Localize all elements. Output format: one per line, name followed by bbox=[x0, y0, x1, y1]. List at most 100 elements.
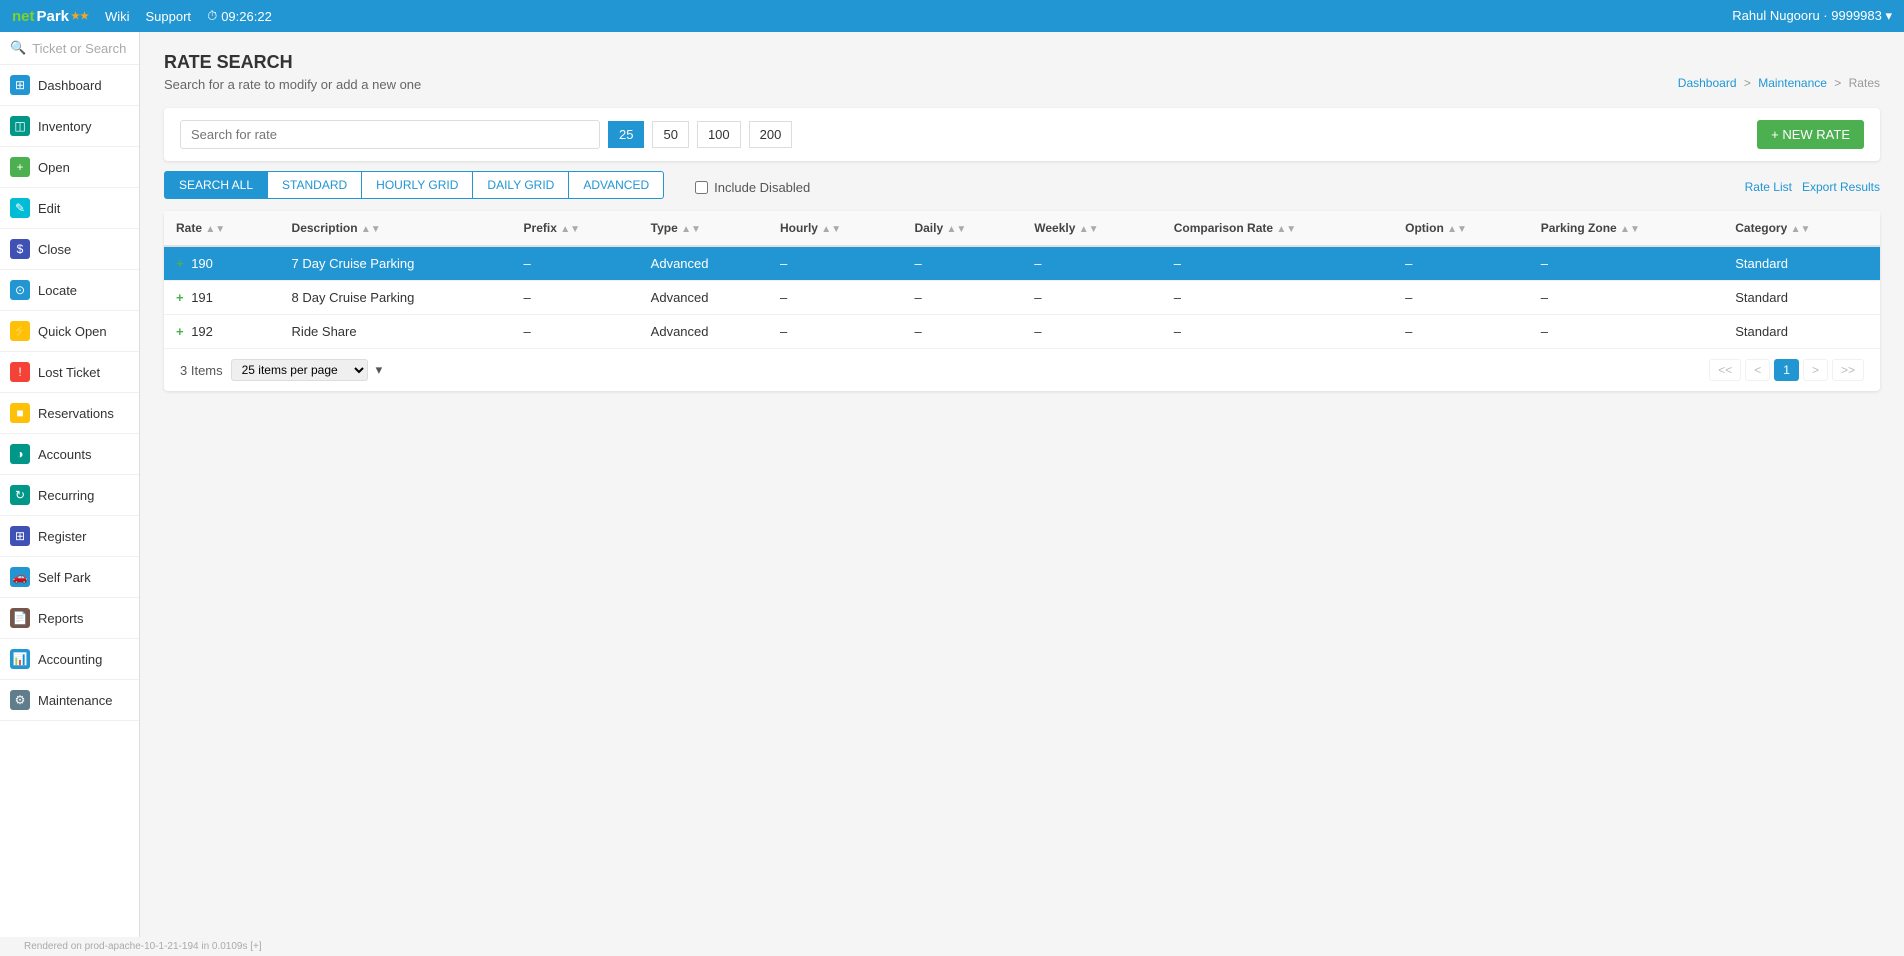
register-icon: ⊞ bbox=[10, 526, 30, 546]
sidebar-item-dashboard[interactable]: ⊞ Dashboard bbox=[0, 65, 139, 106]
next-page-btn[interactable]: > bbox=[1803, 359, 1828, 381]
col-description[interactable]: Description ▲▼ bbox=[280, 211, 512, 246]
filter-tabs: SEARCH ALL STANDARD HOURLY GRID DAILY GR… bbox=[164, 171, 663, 199]
maintenance-icon: ⚙ bbox=[10, 690, 30, 710]
table-header-row: Rate ▲▼ Description ▲▼ Prefix ▲▼ Type ▲▼… bbox=[164, 211, 1880, 246]
accounting-icon: 📊 bbox=[10, 649, 30, 669]
sidebar-item-inventory[interactable]: ◫ Inventory bbox=[0, 106, 139, 147]
table-row[interactable]: + 1907 Day Cruise Parking–Advanced––––––… bbox=[164, 246, 1880, 281]
row-cell: – bbox=[902, 246, 1022, 281]
first-page-btn[interactable]: << bbox=[1709, 359, 1741, 381]
sidebar-item-register[interactable]: ⊞ Register bbox=[0, 516, 139, 557]
breadcrumb-dashboard[interactable]: Dashboard bbox=[1678, 76, 1737, 90]
col-rate[interactable]: Rate ▲▼ bbox=[164, 211, 280, 246]
add-row-icon[interactable]: + bbox=[176, 324, 184, 339]
row-cell: – bbox=[902, 281, 1022, 315]
filter-daily-grid[interactable]: DAILY GRID bbox=[472, 171, 569, 199]
row-cell: – bbox=[1162, 281, 1393, 315]
sidebar-label-selfpark: Self Park bbox=[38, 570, 91, 585]
breadcrumb-maintenance[interactable]: Maintenance bbox=[1758, 76, 1827, 90]
row-cell: – bbox=[1162, 246, 1393, 281]
clock-time: 09:26:22 bbox=[221, 9, 272, 24]
row-cell: – bbox=[1022, 281, 1161, 315]
col-category[interactable]: Category ▲▼ bbox=[1723, 211, 1880, 246]
include-disabled-checkbox[interactable] bbox=[695, 181, 708, 194]
search-bar[interactable]: 🔍 Ticket or Search bbox=[0, 32, 139, 65]
page-size-50[interactable]: 50 bbox=[652, 121, 688, 148]
col-weekly[interactable]: Weekly ▲▼ bbox=[1022, 211, 1161, 246]
page-size-25[interactable]: 25 bbox=[608, 121, 644, 148]
row-cell: – bbox=[768, 315, 903, 349]
filter-advanced[interactable]: ADVANCED bbox=[568, 171, 664, 199]
per-page-arrow[interactable]: ▾ bbox=[376, 362, 383, 378]
rate-table-container: Rate ▲▼ Description ▲▼ Prefix ▲▼ Type ▲▼… bbox=[164, 211, 1880, 391]
add-row-icon[interactable]: + bbox=[176, 256, 184, 271]
export-results-link[interactable]: Export Results bbox=[1802, 180, 1880, 194]
pagination-row: 3 Items 25 items per page 50 items per p… bbox=[164, 349, 1880, 391]
clock: ⏱ 09:26:22 bbox=[207, 8, 272, 24]
col-daily[interactable]: Daily ▲▼ bbox=[902, 211, 1022, 246]
sidebar-item-quickopen[interactable]: ⚡ Quick Open bbox=[0, 311, 139, 352]
filter-search-all[interactable]: SEARCH ALL bbox=[164, 171, 268, 199]
current-page-btn[interactable]: 1 bbox=[1774, 359, 1799, 381]
lostticket-icon: ! bbox=[10, 362, 30, 382]
col-hourly[interactable]: Hourly ▲▼ bbox=[768, 211, 903, 246]
dashboard-icon: ⊞ bbox=[10, 75, 30, 95]
row-cell: 8 Day Cruise Parking bbox=[280, 281, 512, 315]
table-row[interactable]: + 192Ride Share–Advanced––––––Standard bbox=[164, 315, 1880, 349]
filter-standard[interactable]: STANDARD bbox=[267, 171, 362, 199]
filter-hourly-grid[interactable]: HOURLY GRID bbox=[361, 171, 473, 199]
sidebar-item-reports[interactable]: 📄 Reports bbox=[0, 598, 139, 639]
reservations-icon: ■ bbox=[10, 403, 30, 423]
row-cell: Advanced bbox=[639, 315, 768, 349]
sort-category: ▲▼ bbox=[1791, 224, 1811, 235]
row-cell: – bbox=[1162, 315, 1393, 349]
support-link[interactable]: Support bbox=[146, 9, 192, 24]
page-size-200[interactable]: 200 bbox=[749, 121, 793, 148]
row-add-cell: + 190 bbox=[164, 246, 280, 281]
sidebar-label-accounting: Accounting bbox=[38, 652, 102, 667]
col-parking-zone[interactable]: Parking Zone ▲▼ bbox=[1529, 211, 1724, 246]
new-rate-button[interactable]: + NEW RATE bbox=[1757, 120, 1864, 149]
sidebar-item-selfpark[interactable]: 🚗 Self Park bbox=[0, 557, 139, 598]
sidebar-item-accounting[interactable]: 📊 Accounting bbox=[0, 639, 139, 680]
sidebar-item-recurring[interactable]: ↻ Recurring bbox=[0, 475, 139, 516]
sidebar-item-locate[interactable]: ⊙ Locate bbox=[0, 270, 139, 311]
selfpark-icon: 🚗 bbox=[10, 567, 30, 587]
search-placeholder: Ticket or Search bbox=[32, 41, 126, 56]
per-page-select[interactable]: 25 items per page 50 items per page 100 … bbox=[231, 359, 368, 381]
sort-rate: ▲▼ bbox=[205, 224, 225, 235]
wiki-link[interactable]: Wiki bbox=[105, 9, 130, 24]
col-comparison-rate[interactable]: Comparison Rate ▲▼ bbox=[1162, 211, 1393, 246]
prev-page-btn[interactable]: < bbox=[1745, 359, 1770, 381]
sidebar-label-register: Register bbox=[38, 529, 86, 544]
page-size-100[interactable]: 100 bbox=[697, 121, 741, 148]
quickopen-icon: ⚡ bbox=[10, 321, 30, 341]
rate-table: Rate ▲▼ Description ▲▼ Prefix ▲▼ Type ▲▼… bbox=[164, 211, 1880, 349]
add-row-icon[interactable]: + bbox=[176, 290, 184, 305]
sidebar-item-accounts[interactable]: ◑ Accounts bbox=[0, 434, 139, 475]
sidebar-item-reservations[interactable]: ■ Reservations bbox=[0, 393, 139, 434]
sort-daily: ▲▼ bbox=[946, 224, 966, 235]
pagination-controls: << < 1 > >> bbox=[1709, 359, 1864, 381]
user-menu[interactable]: Rahul Nugooru · 9999983 ▾ bbox=[1732, 8, 1892, 24]
breadcrumb-sep2: > bbox=[1834, 76, 1841, 90]
logo-stars: ★★ bbox=[71, 11, 89, 22]
col-prefix[interactable]: Prefix ▲▼ bbox=[512, 211, 639, 246]
row-add-cell: + 192 bbox=[164, 315, 280, 349]
row-cell: – bbox=[1022, 246, 1161, 281]
table-row[interactable]: + 1918 Day Cruise Parking–Advanced––––––… bbox=[164, 281, 1880, 315]
include-disabled-label[interactable]: Include Disabled bbox=[695, 180, 810, 195]
col-option[interactable]: Option ▲▼ bbox=[1393, 211, 1529, 246]
rate-list-link[interactable]: Rate List bbox=[1745, 180, 1792, 194]
row-cell: – bbox=[1022, 315, 1161, 349]
search-input[interactable] bbox=[180, 120, 600, 149]
col-type[interactable]: Type ▲▼ bbox=[639, 211, 768, 246]
sidebar-item-close[interactable]: $ Close bbox=[0, 229, 139, 270]
last-page-btn[interactable]: >> bbox=[1832, 359, 1864, 381]
row-cell: – bbox=[512, 315, 639, 349]
sidebar-item-open[interactable]: + Open bbox=[0, 147, 139, 188]
sidebar-item-maintenance[interactable]: ⚙ Maintenance bbox=[0, 680, 139, 721]
sidebar-item-edit[interactable]: ✎ Edit bbox=[0, 188, 139, 229]
sidebar-item-lostticket[interactable]: ! Lost Ticket bbox=[0, 352, 139, 393]
